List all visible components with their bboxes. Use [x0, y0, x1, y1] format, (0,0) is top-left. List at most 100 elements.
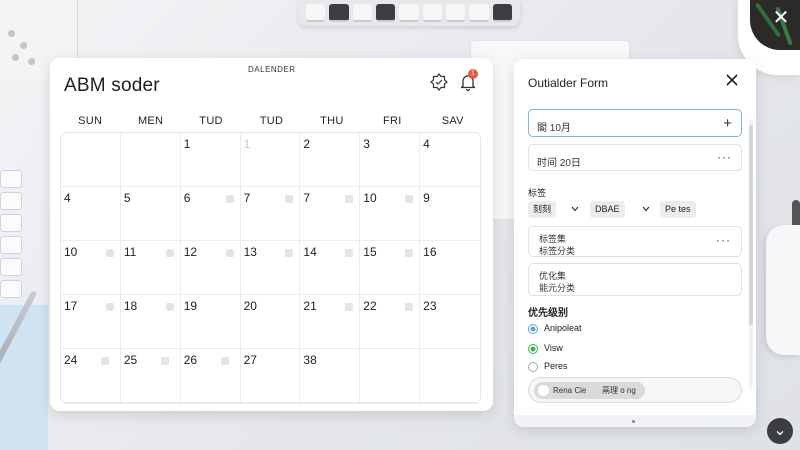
more-icon[interactable]: ··· — [717, 150, 732, 164]
keyboard — [298, 0, 520, 26]
day-number: 38 — [303, 353, 317, 367]
day-cell[interactable]: 24 — [61, 349, 121, 403]
form-footer — [514, 415, 756, 427]
day-number: 4 — [423, 137, 430, 151]
form-scrollbar[interactable] — [749, 119, 753, 389]
day-cell[interactable]: 12 — [180, 241, 241, 295]
event-marker — [285, 249, 294, 257]
day-cell[interactable]: 1 — [180, 133, 241, 187]
day-cell[interactable]: 15 — [360, 241, 421, 295]
day-cell[interactable]: 4 — [420, 133, 480, 187]
tag-chip[interactable]: DBAE — [590, 201, 625, 218]
form-panel: Outialder Form 閣 10月 + 时间 20日 ··· 标签 刻刻 … — [514, 59, 756, 427]
scroll-down-icon[interactable]: ⌄ — [767, 418, 793, 444]
tag-chip[interactable]: Pe tes — [660, 201, 696, 218]
day-cell[interactable]: 16 — [420, 241, 480, 295]
toggle-pill[interactable]: Rena Cie 鬲理 o ng — [534, 382, 645, 399]
toggle-knob — [538, 385, 549, 396]
tag-chip[interactable]: 刻刻 — [528, 201, 557, 218]
day-number: 10 — [64, 245, 78, 259]
time-field[interactable]: 时间 20日 ··· — [528, 144, 742, 171]
day-cell[interactable]: 7 — [300, 187, 361, 241]
scrollbar-thumb[interactable] — [749, 125, 753, 325]
day-cell[interactable]: 7 — [240, 187, 301, 241]
day-number: 5 — [123, 191, 131, 205]
day-cell[interactable]: 23 — [420, 295, 480, 349]
day-cell[interactable]: 26 — [160, 349, 241, 403]
mode-toggle[interactable]: Rena Cie 鬲理 o ng — [528, 377, 742, 403]
priority-radio[interactable]: Peres — [528, 360, 658, 374]
tag-set-field[interactable]: 标签集 标签分类 ··· — [528, 226, 742, 257]
tag-set-line: 标签分类 — [539, 246, 576, 256]
day-cell[interactable]: 38 — [300, 349, 361, 403]
add-icon[interactable]: + — [723, 115, 732, 132]
day-cell[interactable]: 10 — [360, 187, 421, 241]
optimize-set-field[interactable]: 优化集 能元分类 — [528, 263, 742, 296]
weekday-label: TUD — [199, 115, 223, 127]
weekday-header: SUN MEN TUD TUD THU FRI SAV — [60, 115, 483, 127]
event-marker — [165, 249, 174, 257]
overlay-close-icon[interactable]: ✕ — [771, 8, 791, 28]
priority-radio[interactable]: Visw — [528, 342, 658, 356]
month-field[interactable]: 閣 10月 + — [528, 109, 742, 137]
event-marker — [100, 357, 109, 365]
day-cell[interactable]: 3 — [360, 133, 421, 187]
chevron-down-icon[interactable] — [642, 206, 650, 212]
day-cell[interactable] — [61, 133, 121, 187]
day-cell[interactable]: 14 — [300, 241, 361, 295]
day-cell[interactable]: 5 — [120, 187, 181, 241]
day-number: 16 — [423, 245, 437, 259]
day-cell[interactable]: 9 — [420, 187, 480, 241]
day-number: 3 — [363, 137, 370, 151]
day-cell[interactable]: 2 — [300, 133, 361, 187]
day-cell[interactable]: 10 — [61, 241, 121, 295]
calendar-grid: 1 1 2 3 4 4 5 6 7 7 10 9 10 11 12 13 14 … — [60, 132, 481, 404]
day-cell[interactable]: 18 — [120, 295, 181, 349]
time-field-value: 时间 20日 — [537, 158, 581, 169]
day-number: 25 — [123, 353, 138, 367]
weekday-label: SAV — [441, 115, 464, 127]
day-cell[interactable]: 11 — [120, 241, 181, 295]
day-number: 7 — [303, 191, 311, 205]
day-cell[interactable]: 1 — [240, 133, 301, 187]
event-marker — [345, 303, 354, 311]
day-cell[interactable]: 25 — [100, 349, 181, 403]
event-marker — [105, 303, 114, 311]
event-marker — [285, 195, 294, 203]
event-marker — [160, 357, 169, 365]
close-icon[interactable] — [724, 72, 740, 88]
weekday-label: SUN — [78, 115, 103, 127]
day-number: 6 — [183, 191, 191, 205]
day-cell[interactable]: 21 — [300, 295, 361, 349]
day-number: 18 — [123, 299, 138, 313]
day-number: 9 — [423, 191, 430, 205]
day-cell[interactable] — [120, 133, 181, 187]
day-cell[interactable] — [420, 349, 480, 403]
event-marker — [405, 249, 414, 257]
weekday-label: MEN — [137, 115, 164, 127]
day-number: 24 — [64, 353, 78, 367]
day-cell[interactable]: 20 — [240, 295, 301, 349]
priority-radio[interactable]: Anipoleat — [528, 322, 658, 336]
settings-badge-icon[interactable] — [430, 73, 448, 91]
calendar-title: ABM soder — [64, 75, 160, 96]
more-icon[interactable]: ··· — [716, 233, 731, 247]
event-marker — [225, 249, 234, 257]
day-number: 19 — [183, 299, 198, 313]
day-cell[interactable]: 4 — [61, 187, 121, 241]
footer-dot — [632, 420, 635, 423]
day-cell[interactable]: 22 — [360, 295, 421, 349]
day-number: 13 — [243, 245, 257, 259]
chevron-down-icon[interactable] — [571, 206, 579, 212]
day-cell[interactable]: 13 — [240, 241, 301, 295]
day-cell[interactable]: 27 — [220, 349, 301, 403]
calendar-window: DALENDER ABM soder 1 SUN MEN TUD TUD THU… — [50, 58, 493, 411]
day-cell[interactable]: 17 — [61, 295, 121, 349]
toggle-label: Rena Cie — [553, 386, 587, 395]
day-number: 7 — [243, 191, 251, 205]
day-cell[interactable]: 6 — [180, 187, 241, 241]
day-cell[interactable]: 19 — [180, 295, 241, 349]
day-number: 22 — [363, 299, 377, 313]
day-cell[interactable] — [360, 349, 421, 403]
day-number: 27 — [243, 353, 257, 367]
